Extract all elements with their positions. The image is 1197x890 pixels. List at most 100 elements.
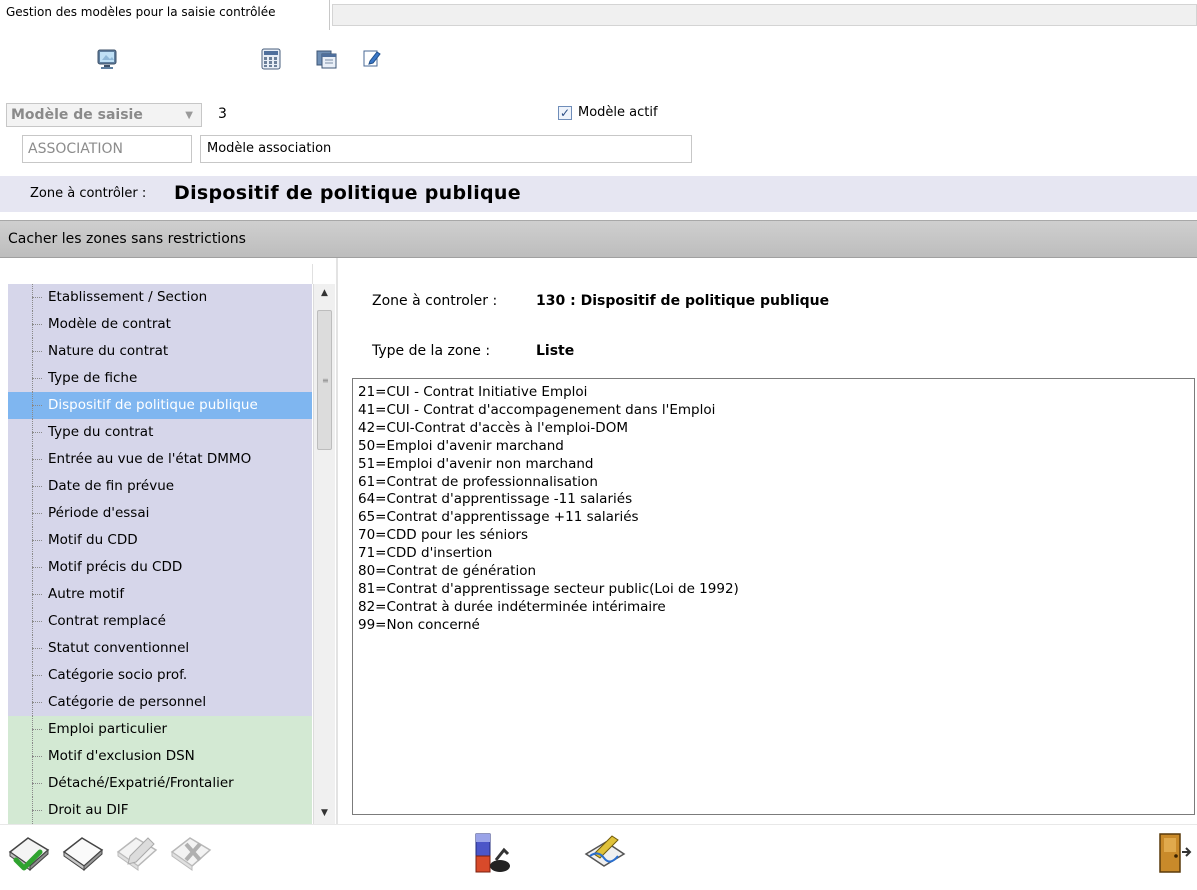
delete-disabled-icon[interactable] — [168, 830, 214, 880]
tree-item-label: Type du contrat — [48, 424, 154, 440]
tree-connector — [32, 662, 42, 689]
chevron-down-icon[interactable]: ▼ — [185, 105, 193, 127]
tree-item[interactable]: Catégorie de personnel — [8, 689, 312, 716]
tree-item[interactable]: Motif d'exclusion DSN — [8, 743, 312, 770]
edit-disabled-icon[interactable] — [114, 830, 160, 880]
tree-connector — [32, 473, 42, 500]
tree-connector — [32, 419, 42, 446]
model-combo-label: Modèle de saisie — [11, 107, 143, 123]
hide-zones-button[interactable]: Cacher les zones sans restrictions — [0, 220, 1197, 258]
list-item[interactable]: 51=Emploi d'avenir non marchand — [358, 456, 1194, 474]
list-item[interactable]: 81=Contrat d'apprentissage secteur publi… — [358, 581, 1194, 599]
tree-connector — [32, 635, 42, 662]
tree-connector — [32, 392, 42, 419]
tree-item[interactable]: Catégorie socio prof. — [8, 662, 312, 689]
tree-item-label: Date de fin prévue — [48, 478, 175, 494]
test-tube-icon[interactable] — [470, 830, 516, 882]
list-item[interactable]: 41=CUI - Contrat d'accompagenement dans … — [358, 402, 1194, 420]
tree-item[interactable]: Motif précis du CDD — [8, 554, 312, 581]
tree-item[interactable]: Modèle de contrat — [8, 311, 312, 338]
tree-item-label: Emploi particulier — [48, 721, 168, 737]
tree-item[interactable]: Dispositif de politique publique — [8, 392, 312, 419]
tree-item[interactable]: Contrat remplacé — [8, 608, 312, 635]
tree-item-label: Autre motif — [48, 586, 125, 602]
scroll-thumb[interactable]: ≡ — [317, 310, 332, 450]
tree-item-label: Entrée au vue de l'état DMMO — [48, 451, 252, 467]
list-item[interactable]: 80=Contrat de génération — [358, 563, 1194, 581]
tree-item[interactable]: Autre motif — [8, 581, 312, 608]
window-title-tab: Gestion des modèles pour la saisie contr… — [0, 0, 330, 30]
monitor-icon[interactable] — [96, 48, 118, 70]
tree-item[interactable]: Nature du contrat — [8, 338, 312, 365]
edit-icon[interactable] — [362, 48, 382, 68]
window-icon[interactable] — [316, 48, 338, 70]
exit-door-icon[interactable] — [1156, 830, 1192, 880]
tree-connector — [32, 500, 42, 527]
list-item[interactable]: 42=CUI-Contrat d'accès à l'emploi-DOM — [358, 420, 1194, 438]
title-bar-fill — [332, 4, 1197, 26]
scroll-down-icon[interactable]: ▼ — [314, 808, 335, 818]
tree-item-label: Etablissement / Section — [48, 289, 208, 305]
tree-item[interactable]: Motif du CDD — [8, 527, 312, 554]
tree-connector — [32, 716, 42, 743]
model-number: 3 — [218, 106, 227, 122]
sign-icon[interactable] — [580, 830, 630, 880]
active-checkbox[interactable]: ✓ — [558, 106, 572, 120]
tree-connector — [32, 446, 42, 473]
panel-splitter[interactable] — [336, 258, 338, 824]
scroll-up-icon[interactable]: ▲ — [314, 288, 335, 298]
tree-item-label: Dispositif de politique publique — [48, 397, 258, 413]
list-item[interactable]: 99=Non concerné — [358, 617, 1194, 635]
tree-item[interactable]: Etablissement / Section — [8, 284, 312, 311]
model-code-field[interactable]: ASSOCIATION — [22, 135, 192, 163]
tree-item[interactable]: Type de fiche — [8, 365, 312, 392]
tree-item[interactable]: Droit au DIF — [8, 797, 312, 824]
tree-item-label: Nature du contrat — [48, 343, 169, 359]
tree-connector — [32, 527, 42, 554]
tree-item[interactable]: Détaché/Expatrié/Frontalier — [8, 770, 312, 797]
tree-item[interactable]: Entrée au vue de l'état DMMO — [8, 446, 312, 473]
tree-item-label: Statut conventionnel — [48, 640, 190, 656]
zone-value: Dispositif de politique publique — [174, 182, 521, 204]
tree-item[interactable]: Date de fin prévue — [8, 473, 312, 500]
bottom-separator — [0, 824, 1197, 825]
list-item[interactable]: 65=Contrat d'apprentissage +11 salariés — [358, 509, 1194, 527]
list-item[interactable]: 61=Contrat de professionnalisation — [358, 474, 1194, 492]
eraser-icon[interactable] — [60, 830, 106, 880]
validate-icon[interactable] — [6, 830, 52, 880]
tree-item-label: Motif du CDD — [48, 532, 138, 548]
detail-type-label: Type de la zone : — [372, 343, 491, 359]
tree-connector — [32, 770, 42, 797]
list-item[interactable]: 64=Contrat d'apprentissage -11 salariés — [358, 491, 1194, 509]
tree-item-label: Catégorie de personnel — [48, 694, 207, 710]
tree-connector — [32, 689, 42, 716]
tree-item[interactable]: Emploi particulier — [8, 716, 312, 743]
tree-item-label: Modèle de contrat — [48, 316, 171, 332]
tree-connector — [32, 608, 42, 635]
tree-item[interactable]: Période d'essai — [8, 500, 312, 527]
model-description-field[interactable]: Modèle association — [200, 135, 692, 163]
list-item[interactable]: 50=Emploi d'avenir marchand — [358, 438, 1194, 456]
list-item[interactable]: 82=Contrat à durée indéterminée intérima… — [358, 599, 1194, 617]
tree-item-label: Type de fiche — [48, 370, 138, 386]
active-checkbox-label: Modèle actif — [578, 105, 658, 120]
calculator-icon[interactable] — [260, 48, 282, 70]
tree-connector — [32, 743, 42, 770]
tree-item-label: Motif précis du CDD — [48, 559, 183, 575]
zone-label: Zone à contrôler : — [30, 186, 147, 201]
list-item[interactable]: 70=CDD pour les séniors — [358, 527, 1194, 545]
model-combo[interactable]: Modèle de saisie ▼ — [6, 103, 202, 127]
tree-item[interactable]: Statut conventionnel — [8, 635, 312, 662]
tree-item[interactable]: Type du contrat — [8, 419, 312, 446]
tree-item-label: Détaché/Expatrié/Frontalier — [48, 775, 234, 791]
value-list[interactable]: 21=CUI - Contrat Initiative Emploi 41=CUI… — [352, 378, 1195, 815]
tree-connector — [32, 338, 42, 365]
tree-item-label: Contrat remplacé — [48, 613, 166, 629]
list-item[interactable]: 71=CDD d'insertion — [358, 545, 1194, 563]
tree-item-label: Catégorie socio prof. — [48, 667, 188, 683]
list-item[interactable]: 21=CUI - Contrat Initiative Emploi — [358, 384, 1194, 402]
detail-type-value: Liste — [536, 343, 575, 359]
tree-header-corner — [312, 264, 339, 284]
tree-scrollbar[interactable]: ▲ ≡ ▼ — [313, 284, 335, 824]
tree-connector — [32, 311, 42, 338]
